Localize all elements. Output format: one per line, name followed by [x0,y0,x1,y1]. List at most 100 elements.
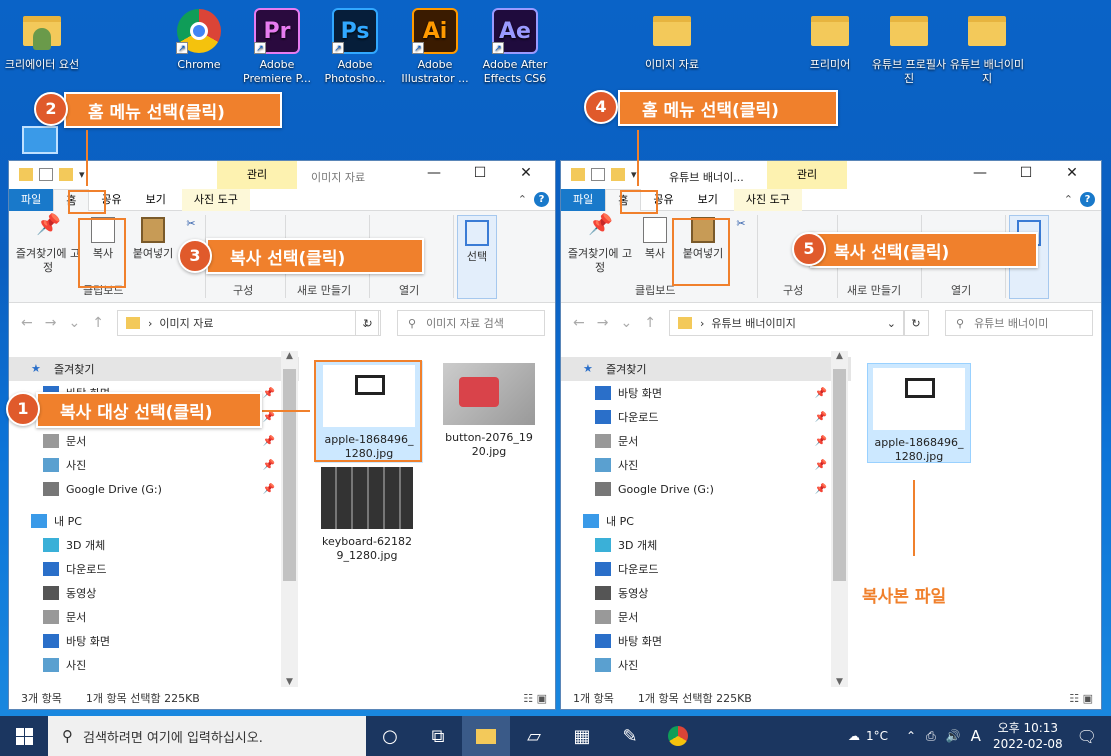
search-box[interactable]: ⚲ 이미지 자료 검색 [397,310,545,336]
nav-item[interactable]: 3D 개체 [561,533,851,557]
scroll-down-icon[interactable]: ▼ [831,677,848,687]
close-button[interactable]: ✕ [1049,165,1095,181]
search-box[interactable]: ⚲ 유튜브 배너이미 [945,310,1093,336]
weather-icon[interactable]: ☁ [848,729,860,743]
notepad-icon[interactable]: ▱ [510,716,558,756]
pin-icon[interactable]: 📌 [263,412,275,423]
pin-icon[interactable]: 📌 [263,484,275,495]
properties-icon[interactable] [39,168,53,181]
ime-indicator[interactable]: A [971,727,981,745]
ribbon-collapse-icon[interactable]: ⌃ [1064,193,1073,206]
nav-item[interactable]: 다운로드 [9,557,299,581]
calculator-icon[interactable]: ▦ [558,716,606,756]
folder-icon[interactable] [571,168,585,181]
tab-file[interactable]: 파일 [9,188,54,211]
nav-buttons[interactable]: ←→⌄↑ [21,315,116,331]
copy-button[interactable]: 복사 [637,217,673,261]
nav-item[interactable]: ★ 즐겨찾기 [561,357,851,381]
breadcrumb-current[interactable]: 유튜브 배너이미지 [711,315,795,331]
pin-icon[interactable]: 📌 [263,388,275,399]
nav-item[interactable]: 내 PC [9,509,299,533]
nav-item[interactable]: 바탕 화면 [561,629,851,653]
pin-icon[interactable]: 📌 [263,436,275,447]
nav-item[interactable]: Google Drive (G:) 📌 [561,477,851,501]
paint-icon[interactable]: ✎ [606,716,654,756]
start-button[interactable] [0,716,48,756]
help-icon[interactable]: ? [1080,192,1095,207]
new-folder-icon[interactable] [59,168,73,181]
scroll-thumb[interactable] [283,369,296,581]
nav-item[interactable]: 내 PC [561,509,851,533]
address-bar[interactable]: › 유튜브 배너이미지 ⌄ [669,310,905,336]
desktop-icon-aftereffects[interactable]: Ae ↗ Adobe After Effects CS6 [475,8,555,86]
pin-icon[interactable]: 📌 [815,484,827,495]
folder-icon[interactable] [19,168,33,181]
context-tab-manage[interactable]: 관리 [767,161,847,189]
nav-item[interactable]: 바탕 화면 [9,629,299,653]
tab-file[interactable]: 파일 [561,188,606,211]
desktop-icon-photoshop[interactable]: Ps ↗ Adobe Photosho... [315,8,395,86]
cortana-icon[interactable]: ○ [366,716,414,756]
nav-item[interactable]: ★ 즐겨찾기 [9,357,299,381]
nav-item[interactable]: 3D 개체 [9,533,299,557]
paste-button[interactable]: 붙여넣기 [125,217,181,261]
minimize-button[interactable]: — [957,165,1003,181]
nav-item[interactable]: 다운로드 📌 [561,405,851,429]
clock[interactable]: 오후 10:13 2022-02-08 [993,720,1063,752]
scroll-down-icon[interactable]: ▼ [281,677,298,687]
scroll-up-icon[interactable]: ▲ [281,351,298,361]
tab-picture-tools[interactable]: 사진 도구 [733,188,802,211]
nav-item[interactable]: 문서 📌 [561,429,851,453]
address-bar[interactable]: › 이미지 자료 ⌄ [117,310,379,336]
nav-item[interactable]: Google Drive (G:) 📌 [9,477,299,501]
nav-item[interactable]: 문서 [561,605,851,629]
nav-item[interactable]: 사진 📌 [561,453,851,477]
pc-icon[interactable] [22,126,58,154]
refresh-button[interactable]: ↻ [355,310,381,336]
refresh-button[interactable]: ↻ [903,310,929,336]
tab-view[interactable]: 보기 [134,189,178,211]
nav-item[interactable]: 동영상 [9,581,299,605]
network-icon[interactable]: ⎙ [926,729,936,744]
task-view-icon[interactable]: ⧉ [414,716,462,756]
nav-item[interactable]: 바탕 화면 📌 [561,381,851,405]
desktop-icon-premiere[interactable]: Pr ↗ Adobe Premiere P... [237,8,317,86]
nav-item[interactable]: 사진 [9,653,299,677]
desktop-icon-premiere-folder[interactable]: 프리미어 [790,8,870,72]
nav-scrollbar[interactable]: ▲ ▼ [831,351,848,687]
address-dropdown-icon[interactable]: ⌄ [887,317,896,330]
nav-buttons[interactable]: ←→⌄↑ [573,315,668,331]
cut-icon[interactable]: ✂ [183,217,199,231]
context-tab-manage[interactable]: 관리 [217,161,297,189]
maximize-button[interactable]: ☐ [457,165,503,181]
weather-temp[interactable]: 1°C [866,729,888,743]
nav-item[interactable]: 문서 📌 [9,429,299,453]
nav-item[interactable]: 문서 [9,605,299,629]
maximize-button[interactable]: ☐ [1003,165,1049,181]
pin-icon[interactable]: 📌 [815,412,827,423]
new-folder-icon[interactable] [611,168,625,181]
pin-quick-access-button[interactable]: 📌 즐겨찾기에 고정 [15,214,81,275]
tray-chevron-icon[interactable]: ⌃ [906,729,916,743]
properties-icon[interactable] [591,168,605,181]
ribbon-collapse-icon[interactable]: ⌃ [518,193,527,206]
pin-icon[interactable]: 📌 [263,460,275,471]
desktop-icon-illustrator[interactable]: Ai ↗ Adobe Illustrator ... [395,8,475,86]
volume-icon[interactable]: 🔊 [946,729,961,743]
notification-icon[interactable]: 🗨 [1077,727,1097,746]
pin-quick-access-button[interactable]: 📌 즐겨찾기에 고정 [567,214,633,275]
file-explorer-icon[interactable] [462,716,510,756]
nav-item[interactable]: 동영상 [561,581,851,605]
help-icon[interactable]: ? [534,192,549,207]
file-item-keyboard[interactable]: keyboard-62182 9_1280.jpg [315,467,419,563]
desktop-icon-banner-folder[interactable]: 유튜브 배너이미지 [947,8,1027,86]
taskbar-search[interactable]: ⚲ 검색하려면 여기에 입력하십시오. [48,716,366,756]
select-button[interactable]: 선택 [457,215,497,299]
desktop-icon-user[interactable]: 크리에이터 요선 [2,8,82,72]
view-toggle-icon[interactable]: ☷ ▣ [523,692,547,705]
pin-icon[interactable]: 📌 [815,436,827,447]
desktop-icon-image-folder[interactable]: 이미지 자료 [632,8,712,72]
desktop-icon-chrome[interactable]: ↗ Chrome [159,8,239,72]
tab-view[interactable]: 보기 [686,189,730,211]
desktop-icon-profile-folder[interactable]: 유튜브 프로필사진 [869,8,949,86]
